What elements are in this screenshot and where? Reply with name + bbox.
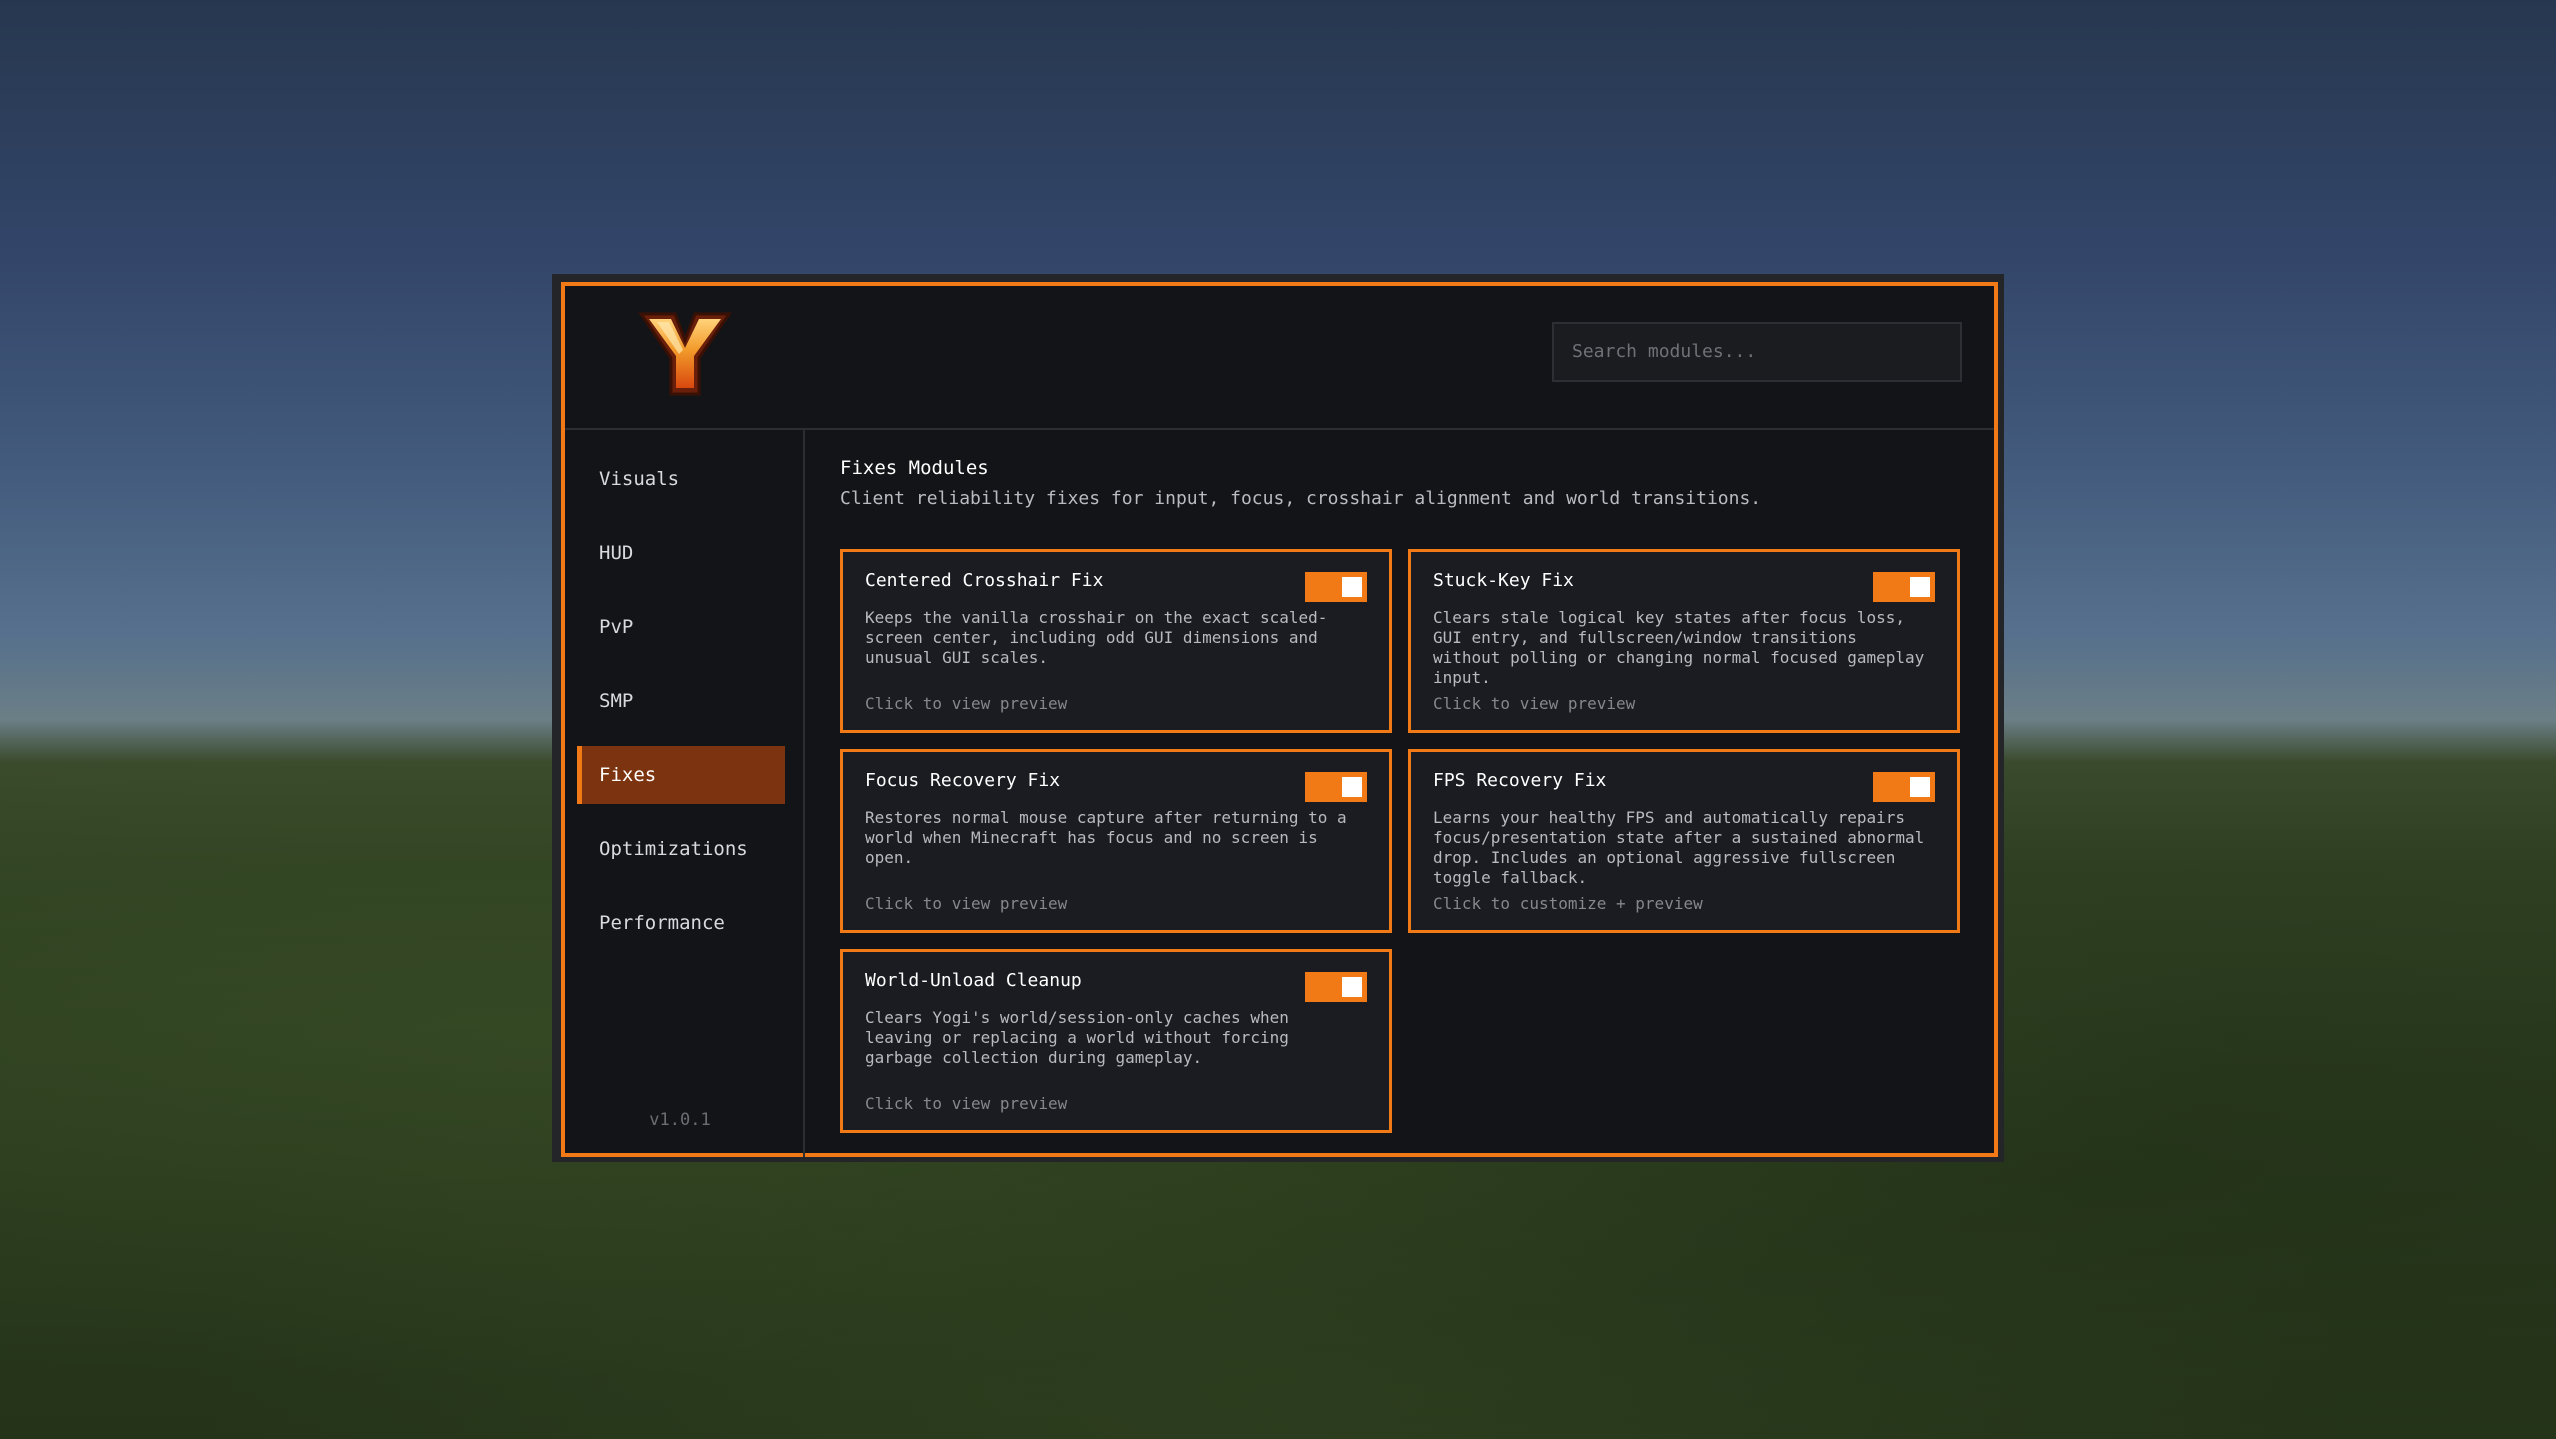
sidebar-item-performance[interactable]: Performance — [577, 894, 785, 952]
mod-menu-panel: Search modules... Visuals HUD PvP SMP Fi… — [561, 282, 1998, 1157]
page-subtitle: Client reliability fixes for input, focu… — [840, 488, 1762, 509]
module-title: Stuck-Key Fix — [1433, 570, 1574, 591]
module-toggle[interactable] — [1305, 772, 1367, 802]
page-title: Fixes Modules — [840, 457, 989, 479]
sidebar-item-pvp[interactable]: PvP — [577, 598, 785, 656]
module-title: FPS Recovery Fix — [1433, 770, 1607, 791]
toggle-knob — [1342, 777, 1362, 797]
module-description: Clears stale logical key states after fo… — [1433, 608, 1925, 687]
module-title: World-Unload Cleanup — [865, 970, 1082, 991]
module-toggle[interactable] — [1873, 772, 1935, 802]
toggle-knob — [1342, 577, 1362, 597]
sidebar-item-hud[interactable]: HUD — [577, 524, 785, 582]
module-toggle[interactable] — [1873, 572, 1935, 602]
version-label: v1.0.1 — [649, 1110, 711, 1130]
search-input[interactable]: Search modules... — [1552, 322, 1962, 382]
module-title: Centered Crosshair Fix — [865, 570, 1104, 591]
preview-link[interactable]: Click to view preview — [865, 1094, 1067, 1113]
module-card-world-unload[interactable]: World-Unload Cleanup Clears Yogi's world… — [840, 949, 1392, 1133]
preview-link[interactable]: Click to view preview — [865, 894, 1067, 913]
module-description: Keeps the vanilla crosshair on the exact… — [865, 608, 1328, 667]
preview-link[interactable]: Click to view preview — [865, 694, 1067, 713]
module-card-focus-recovery[interactable]: Focus Recovery Fix Restores normal mouse… — [840, 749, 1392, 933]
toggle-knob — [1910, 777, 1930, 797]
module-card-centered-crosshair[interactable]: Centered Crosshair Fix Keeps the vanilla… — [840, 549, 1392, 733]
toggle-knob — [1910, 577, 1930, 597]
module-title: Focus Recovery Fix — [865, 770, 1061, 791]
sidebar-item-fixes[interactable]: Fixes — [577, 746, 785, 804]
customize-link[interactable]: Click to customize + preview — [1433, 894, 1703, 913]
sidebar-item-smp[interactable]: SMP — [577, 672, 785, 730]
module-toggle[interactable] — [1305, 572, 1367, 602]
module-description: Learns your healthy FPS and automaticall… — [1433, 808, 1925, 887]
toggle-knob — [1342, 977, 1362, 997]
y-logo-icon — [638, 312, 732, 396]
module-toggle[interactable] — [1305, 972, 1367, 1002]
header: Search modules... — [565, 286, 1994, 430]
module-card-stuck-key[interactable]: Stuck-Key Fix Clears stale logical key s… — [1408, 549, 1960, 733]
module-description: Clears Yogi's world/session-only caches … — [865, 1008, 1289, 1067]
module-description: Restores normal mouse capture after retu… — [865, 808, 1347, 867]
preview-link[interactable]: Click to view preview — [1433, 694, 1635, 713]
module-card-fps-recovery[interactable]: FPS Recovery Fix Learns your healthy FPS… — [1408, 749, 1960, 933]
sidebar: Visuals HUD PvP SMP Fixes Optimizations … — [565, 430, 805, 1157]
sidebar-item-visuals[interactable]: Visuals — [577, 450, 785, 508]
sidebar-item-optimizations[interactable]: Optimizations — [577, 820, 785, 878]
